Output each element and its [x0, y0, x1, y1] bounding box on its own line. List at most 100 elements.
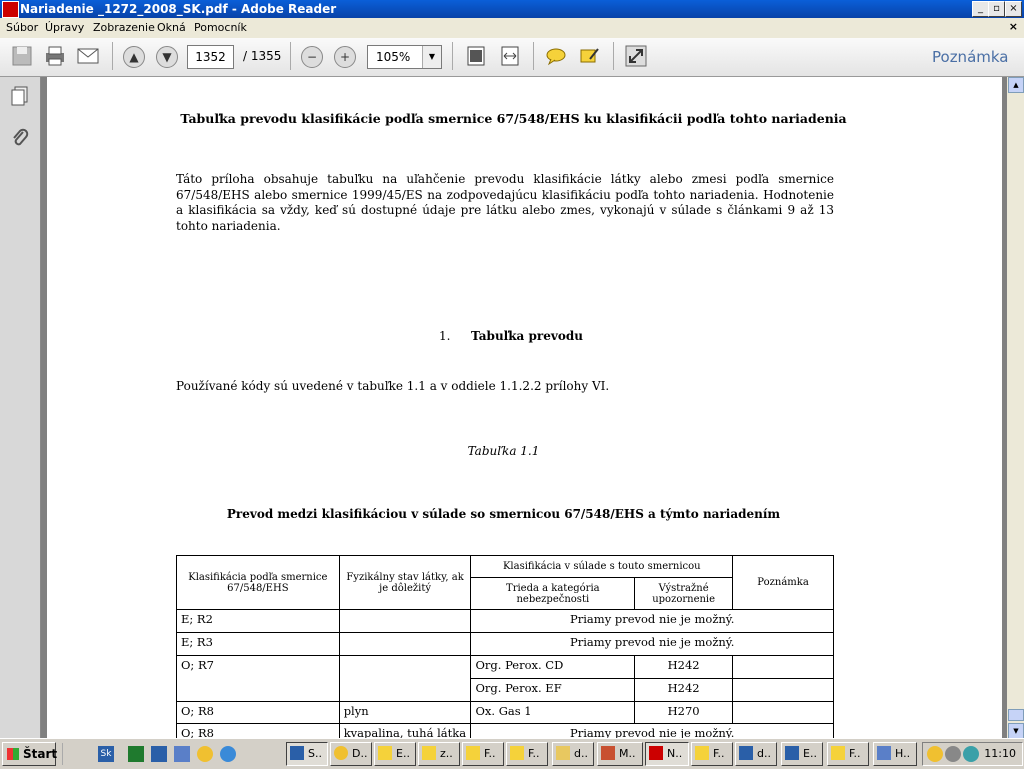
- scroll-down-icon[interactable]: ▼: [1008, 723, 1024, 739]
- conversion-table: Klasifikácia podľa smernice 67/548/EHS F…: [176, 555, 834, 738]
- title-bar: Nariadenie _1272_2008_SK.pdf - Adobe Rea…: [0, 0, 1024, 18]
- mail-icon: [466, 746, 480, 760]
- zoom-value: 105%: [376, 50, 411, 64]
- comment-panel-label[interactable]: Poznámka: [932, 48, 1009, 66]
- fit-page-icon[interactable]: [465, 45, 487, 67]
- tray-app-icon[interactable]: [963, 746, 979, 762]
- save-icon[interactable]: [10, 44, 34, 68]
- taskbar-item[interactable]: M..: [597, 742, 643, 766]
- menu-pomocnik[interactable]: Pomocník: [194, 21, 247, 34]
- table-cell: kvapalina, tuhá látka: [338, 723, 472, 738]
- taskbar-separator: [62, 743, 63, 765]
- comment-icon[interactable]: [545, 46, 567, 66]
- task-label: d..: [574, 747, 588, 760]
- document-viewer[interactable]: Tabuľka prevodu klasifikácie podľa smern…: [41, 77, 1007, 738]
- next-page-icon[interactable]: ▼: [156, 46, 178, 68]
- header-hazard-statement: Výstražné upozornenie: [634, 577, 734, 610]
- taskbar-item[interactable]: F..: [462, 742, 504, 766]
- pages-icon[interactable]: [9, 85, 31, 107]
- table-cell: H270: [634, 701, 734, 724]
- internet-explorer-icon[interactable]: [220, 746, 236, 762]
- toolbar-separator: [533, 42, 534, 70]
- task-label: d..: [757, 747, 771, 760]
- table-cell: O; R7: [176, 655, 340, 702]
- header-physical-state: Fyzikálny stav látky, ak je dôležitý: [338, 555, 472, 610]
- taskbar-item[interactable]: E..: [781, 742, 823, 766]
- table-cell: Org. Perox. EF: [470, 678, 636, 702]
- table-cell: [338, 632, 472, 656]
- tray-clock-icon[interactable]: [927, 746, 943, 762]
- menu-okna[interactable]: Okná: [157, 21, 186, 34]
- highlight-icon[interactable]: [578, 45, 600, 67]
- taskbar-item[interactable]: d..: [735, 742, 777, 766]
- attachment-icon[interactable]: [9, 127, 31, 149]
- zoom-select[interactable]: 105% ▼: [367, 45, 442, 69]
- explorer-icon[interactable]: [174, 746, 190, 762]
- word-icon: [785, 746, 799, 760]
- document-heading: Tabuľka prevodu klasifikácie podľa smern…: [180, 111, 847, 126]
- section-number: 1.: [439, 329, 451, 343]
- taskbar-item[interactable]: d..: [552, 742, 594, 766]
- table-cell: E; R3: [176, 632, 340, 656]
- chevron-down-icon[interactable]: ▼: [422, 46, 441, 68]
- task-label: z..: [440, 747, 453, 760]
- windows-logo-icon: [7, 748, 19, 760]
- previous-page-icon[interactable]: ▲: [123, 46, 145, 68]
- tray-network-icon[interactable]: [945, 746, 961, 762]
- print-icon[interactable]: [43, 44, 67, 68]
- excel-icon[interactable]: [128, 746, 144, 762]
- task-label: E..: [396, 747, 410, 760]
- table-row: O; R8 kvapalina, tuhá látka Priamy prevo…: [176, 723, 834, 738]
- zoom-in-icon[interactable]: +: [334, 46, 356, 68]
- taskbar-item[interactable]: N..: [645, 742, 689, 766]
- table-title: Prevod medzi klasifikáciou v súlade so s…: [226, 507, 781, 521]
- table-cell: H242: [634, 678, 734, 702]
- table-cell: E; R2: [176, 609, 340, 633]
- minimize-button[interactable]: _: [972, 1, 989, 17]
- task-label: F..: [849, 747, 861, 760]
- email-icon[interactable]: [76, 44, 100, 68]
- taskbar-item[interactable]: F..: [691, 742, 733, 766]
- task-label: D..: [352, 747, 368, 760]
- fit-width-icon[interactable]: [499, 45, 521, 67]
- scroll-up-icon[interactable]: ▲: [1008, 77, 1024, 93]
- table-row: E; R3 Priamy prevod nie je možný.: [176, 632, 834, 656]
- taskbar-item[interactable]: D..: [330, 742, 372, 766]
- header-note: Poznámka: [732, 555, 834, 610]
- close-button[interactable]: ×: [1005, 1, 1022, 17]
- start-label: Štart: [23, 747, 58, 761]
- start-button[interactable]: Štart: [2, 742, 58, 766]
- table-row: O; R7 Org. Perox. CD H242: [176, 655, 834, 702]
- taskbar-item[interactable]: z..: [418, 742, 460, 766]
- table-cell: [338, 655, 472, 702]
- close-document-icon[interactable]: ×: [1009, 20, 1018, 33]
- taskbar: Štart Sk S.. D.. E.. z.. F.. F.. d.. M..…: [0, 738, 1024, 769]
- quicklaunch-app-icon[interactable]: Sk: [98, 746, 114, 762]
- taskbar-item[interactable]: F..: [506, 742, 548, 766]
- page-number-input[interactable]: 1352: [187, 45, 234, 69]
- task-label: F..: [528, 747, 540, 760]
- taskbar-item[interactable]: F..: [827, 742, 869, 766]
- app-icon: [290, 746, 304, 760]
- word-icon[interactable]: [151, 746, 167, 762]
- header-hazard-class: Trieda a kategória nebezpečnosti: [470, 577, 636, 610]
- clock-app-icon[interactable]: [197, 746, 213, 762]
- task-label: E..: [803, 747, 817, 760]
- zoom-out-icon[interactable]: −: [301, 46, 323, 68]
- menu-upravy[interactable]: Úpravy: [45, 21, 84, 34]
- taskbar-item[interactable]: H..: [873, 742, 917, 766]
- taskbar-item[interactable]: S..: [286, 742, 328, 766]
- menu-zobrazenie[interactable]: Zobrazenie: [93, 21, 155, 34]
- restore-button[interactable]: ▫: [988, 1, 1005, 17]
- menu-subor[interactable]: Súbor: [6, 21, 38, 34]
- vertical-scrollbar[interactable]: ▲ ▼: [1007, 77, 1024, 739]
- task-label: F..: [713, 747, 725, 760]
- table-cell: O; R8: [176, 701, 340, 724]
- task-label: H..: [895, 747, 911, 760]
- table-cell: [732, 655, 834, 679]
- window-title: Nariadenie _1272_2008_SK.pdf - Adobe Rea…: [20, 2, 337, 16]
- full-screen-icon[interactable]: [625, 45, 647, 67]
- taskbar-item[interactable]: E..: [374, 742, 416, 766]
- header-classification-directive: Klasifikácia podľa smernice 67/548/EHS: [176, 555, 340, 610]
- scrollbar-thumb[interactable]: [1008, 709, 1024, 721]
